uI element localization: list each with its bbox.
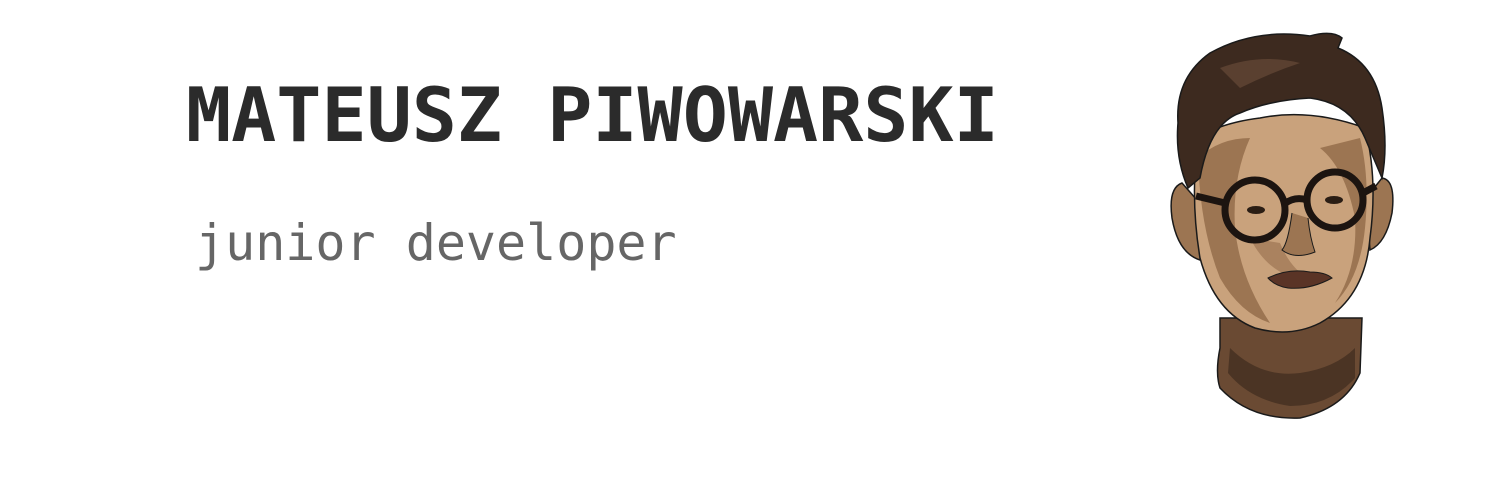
page-title: MATEUSZ PIWOWARSKI bbox=[186, 71, 999, 159]
job-title-subtitle: junior developer bbox=[195, 214, 677, 272]
portrait-illustration bbox=[1170, 32, 1394, 419]
